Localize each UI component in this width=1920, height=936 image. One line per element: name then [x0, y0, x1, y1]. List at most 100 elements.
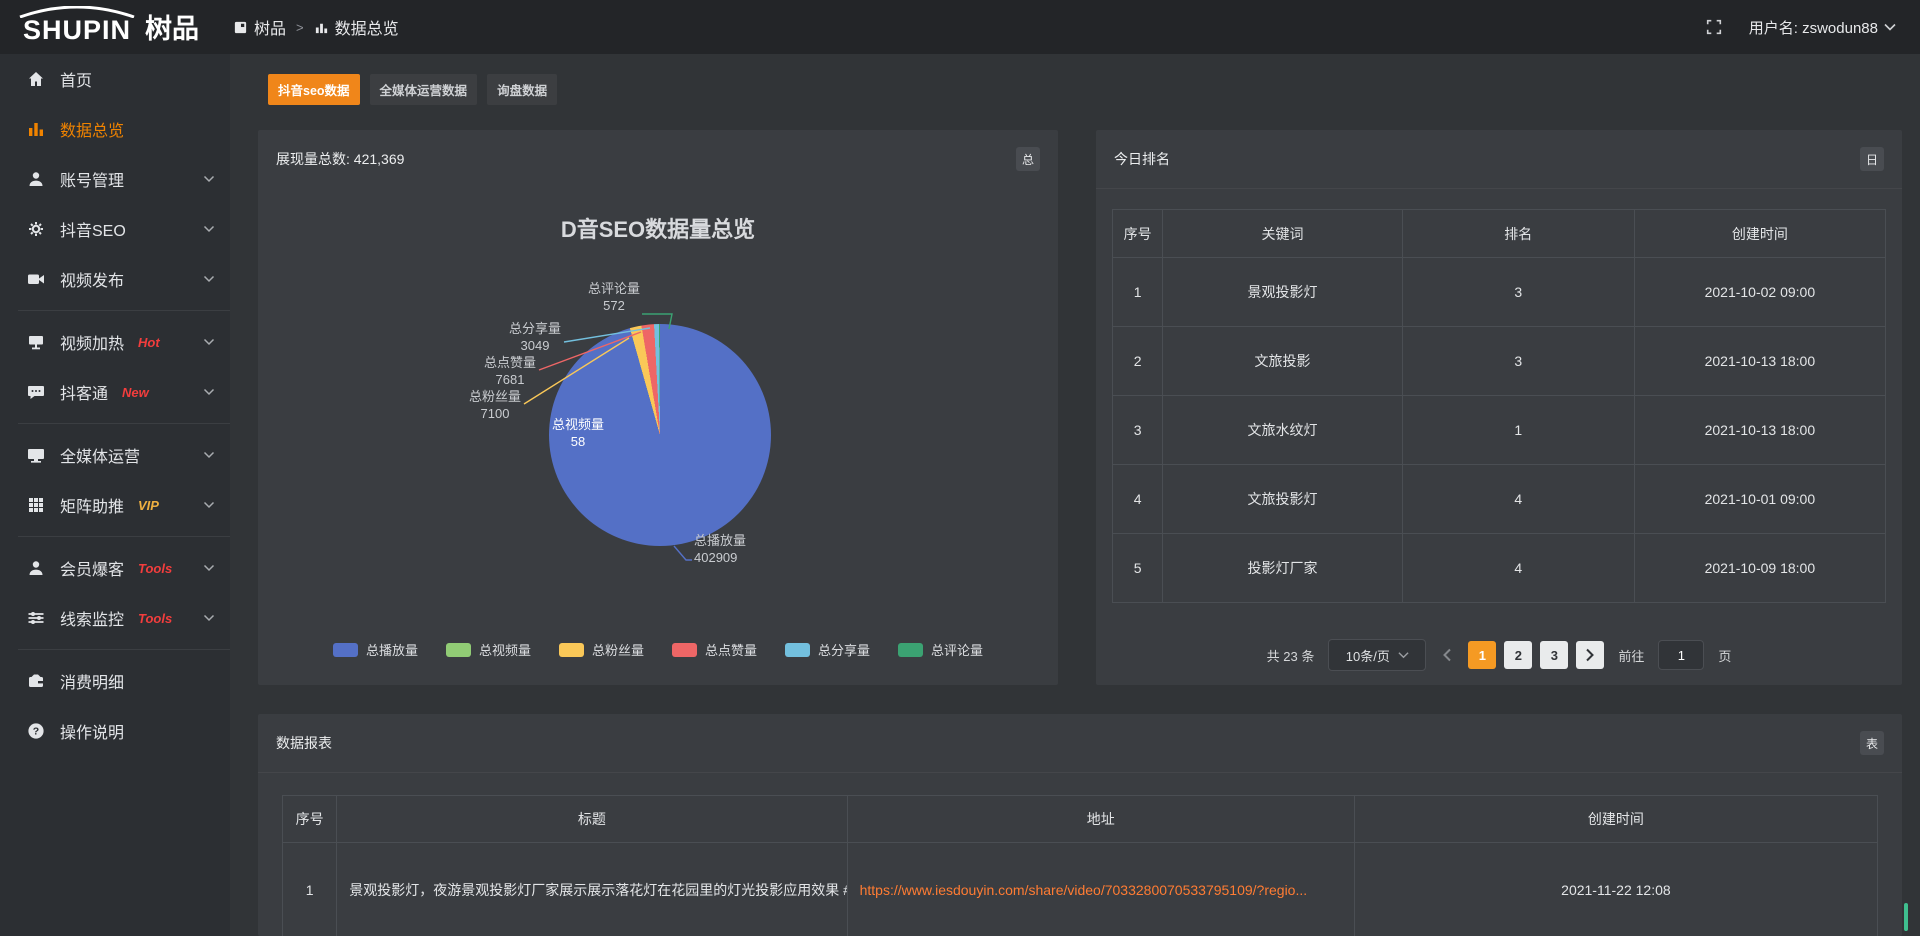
table-cell: 文旅投影 — [1163, 327, 1403, 396]
pagination-total: 共 23 条 — [1267, 646, 1315, 665]
legend-item-总点赞量[interactable]: 总点赞量 — [672, 640, 757, 659]
table-row: 1景观投影灯，夜游景观投影灯厂家展示展示落花灯在花园里的灯光投影应用效果 #ht… — [283, 843, 1878, 936]
ranking-title: 今日排名 — [1114, 149, 1170, 169]
bar-chart-icon — [26, 119, 46, 139]
column-header: 序号 — [283, 796, 337, 843]
sidebar-item-首页[interactable]: 首页 — [0, 54, 230, 104]
sidebar-item-视频加热[interactable]: 视频加热Hot — [0, 317, 230, 367]
legend-swatch — [559, 643, 584, 657]
next-page-button[interactable] — [1576, 641, 1604, 669]
pie-label-总粉丝量: 总粉丝量7100 — [469, 388, 521, 422]
top-header: SHUPIN 树品 树品 > 数据总览 用户名: zswodun88 — [0, 0, 1920, 54]
pie-chart: D音SEO数据量总览 总播放量402909总视频量58总粉丝量7100总点赞量7… — [258, 188, 1058, 685]
total-badge[interactable]: 总 — [1016, 147, 1040, 171]
logo-mark: SHUPIN — [16, 6, 138, 44]
sidebar-item-label: 视频发布 — [60, 267, 124, 291]
breadcrumb-label: 树品 — [254, 15, 286, 39]
sidebar-item-消费明细[interactable]: 消费明细 — [0, 656, 230, 706]
table-row: 3文旅水纹灯12021-10-13 18:00 — [1113, 396, 1886, 465]
table-cell: 2021-10-13 18:00 — [1634, 327, 1885, 396]
page-button-1[interactable]: 1 — [1468, 641, 1496, 669]
chevron-left-icon — [1442, 648, 1452, 662]
legend-item-总粉丝量[interactable]: 总粉丝量 — [559, 640, 644, 659]
page-button-3[interactable]: 3 — [1540, 641, 1568, 669]
legend-label: 总粉丝量 — [592, 640, 644, 659]
sidebar-item-视频发布[interactable]: 视频发布 — [0, 254, 230, 304]
legend-label: 总评论量 — [931, 640, 983, 659]
sidebar-item-全媒体运营[interactable]: 全媒体运营 — [0, 430, 230, 480]
heat-icon — [26, 332, 46, 352]
header-right: 用户名: zswodun88 — [1705, 0, 1896, 54]
sidebar-item-抖音SEO[interactable]: 抖音SEO — [0, 204, 230, 254]
grid-icon — [26, 495, 46, 515]
table-cell: 4 — [1402, 465, 1634, 534]
sidebar-item-线索监控[interactable]: 线索监控Tools — [0, 593, 230, 643]
fullscreen-icon[interactable] — [1705, 18, 1723, 36]
chevron-down-icon — [203, 223, 215, 235]
legend-item-总播放量[interactable]: 总播放量 — [333, 640, 418, 659]
legend-item-总视频量[interactable]: 总视频量 — [446, 640, 531, 659]
chevron-down-icon — [1884, 23, 1896, 31]
breadcrumb: 树品 > 数据总览 — [233, 0, 399, 54]
page-numbers: 123 — [1468, 641, 1604, 669]
pie-label-总播放量: 总播放量402909 — [694, 532, 746, 566]
monitor-icon — [26, 445, 46, 465]
table-badge[interactable]: 表 — [1860, 731, 1884, 755]
tab-询盘数据[interactable]: 询盘数据 — [487, 74, 557, 105]
pie-label-总视频量: 总视频量58 — [552, 416, 604, 450]
legend-label: 总点赞量 — [705, 640, 757, 659]
table-cell: 5 — [1113, 534, 1163, 603]
table-cell: 文旅水纹灯 — [1163, 396, 1403, 465]
sidebar-item-label: 首页 — [60, 67, 92, 91]
chevron-down-icon — [203, 449, 215, 461]
chevron-down-icon — [203, 499, 215, 511]
legend-item-总分享量[interactable]: 总分享量 — [785, 640, 870, 659]
column-header: 创建时间 — [1634, 210, 1885, 258]
sidebar-badge: Tools — [138, 561, 172, 576]
table-cell: 1 — [283, 843, 337, 936]
report-title: 数据报表 — [276, 733, 332, 753]
sidebar: 首页数据总览账号管理抖音SEO 视频发布视频加热Hot抖客通New 全媒体运营矩阵助… — [0, 54, 230, 936]
day-badge[interactable]: 日 — [1860, 147, 1884, 171]
report-panel: 数据报表 表 序号标题地址创建时间 1景观投影灯，夜游景观投影灯厂家展示展示落花… — [258, 714, 1902, 936]
legend-item-总评论量[interactable]: 总评论量 — [898, 640, 983, 659]
right-edge-widget[interactable] — [1904, 903, 1908, 931]
table-cell: 文旅投影灯 — [1163, 465, 1403, 534]
tab-抖音seo数据[interactable]: 抖音seo数据 — [268, 74, 360, 105]
pie-label-总评论量: 总评论量572 — [588, 280, 640, 314]
chevron-down-icon — [203, 562, 215, 574]
sidebar-item-抖客通[interactable]: 抖客通New — [0, 367, 230, 417]
page-button-2[interactable]: 2 — [1504, 641, 1532, 669]
column-header: 关键词 — [1163, 210, 1403, 258]
column-header: 序号 — [1113, 210, 1163, 258]
logo[interactable]: SHUPIN 树品 — [16, 6, 199, 44]
breadcrumb-label: 数据总览 — [335, 15, 399, 39]
sidebar-item-label: 线索监控 — [60, 606, 124, 630]
sidebar-item-操作说明[interactable]: ?操作说明 — [0, 706, 230, 756]
chart-legend: 总播放量 总视频量 总粉丝量 总点赞量 总分享量 总评论量 — [258, 640, 1058, 659]
ranking-table: 序号关键词排名创建时间 1景观投影灯32021-10-02 09:002文旅投影… — [1112, 209, 1886, 603]
breadcrumb-item-current[interactable]: 数据总览 — [314, 15, 399, 39]
table-cell: 1 — [1113, 258, 1163, 327]
sidebar-item-会员爆客[interactable]: 会员爆客Tools — [0, 543, 230, 593]
sidebar-item-label: 视频加热 — [60, 330, 124, 354]
page-size-select[interactable]: 10条/页 — [1328, 639, 1426, 671]
legend-swatch — [785, 643, 810, 657]
table-cell: 1 — [1402, 396, 1634, 465]
sidebar-item-数据总览[interactable]: 数据总览 — [0, 104, 230, 154]
sidebar-item-账号管理[interactable]: 账号管理 — [0, 154, 230, 204]
breadcrumb-item-home[interactable]: 树品 — [233, 15, 286, 39]
report-link[interactable]: https://www.iesdouyin.com/share/video/70… — [860, 882, 1308, 898]
chevron-down-icon — [203, 173, 215, 185]
pie-label-总点赞量: 总点赞量7681 — [484, 354, 536, 388]
tab-全媒体运营数据[interactable]: 全媒体运营数据 — [370, 74, 478, 105]
column-header: 排名 — [1402, 210, 1634, 258]
prev-page-button[interactable] — [1440, 648, 1454, 662]
table-row: 1景观投影灯32021-10-02 09:00 — [1113, 258, 1886, 327]
sidebar-item-矩阵助推[interactable]: 矩阵助推VIP — [0, 480, 230, 530]
panel-head: 今日排名 日 — [1096, 130, 1902, 189]
user-menu[interactable]: 用户名: zswodun88 — [1749, 17, 1896, 38]
video-icon — [26, 269, 46, 289]
goto-page-input[interactable]: 1 — [1658, 640, 1704, 670]
svg-text:?: ? — [33, 726, 39, 738]
